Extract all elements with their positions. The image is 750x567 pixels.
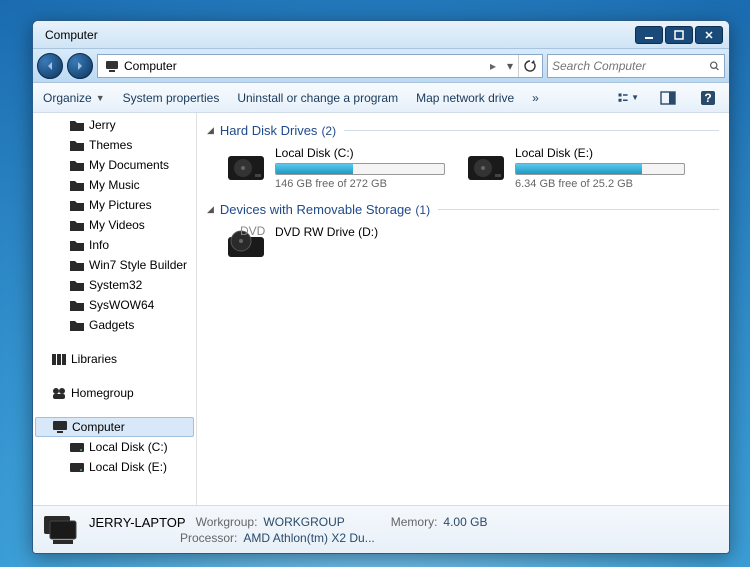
computer-icon	[104, 58, 120, 74]
sidebar-folder-item[interactable]: My Videos	[33, 215, 196, 235]
sidebar-folder-item[interactable]: Win7 Style Builder	[33, 255, 196, 275]
titlebar[interactable]: Computer	[33, 21, 729, 49]
search-input[interactable]	[552, 59, 709, 73]
sidebar: JerryThemesMy DocumentsMy MusicMy Pictur…	[33, 113, 197, 505]
toolbar-overflow[interactable]: »	[532, 91, 539, 105]
computer-icon	[52, 420, 68, 434]
folder-icon	[69, 298, 85, 312]
map-drive-button[interactable]: Map network drive	[416, 91, 514, 105]
sidebar-drive-item[interactable]: Local Disk (C:)	[33, 437, 196, 457]
disk-icon	[69, 440, 85, 454]
sidebar-folder-item[interactable]: My Pictures	[33, 195, 196, 215]
sidebar-folder-item[interactable]: My Music	[33, 175, 196, 195]
sidebar-folder-item[interactable]: SysWOW64	[33, 295, 196, 315]
back-button[interactable]	[37, 53, 63, 79]
body: JerryThemesMy DocumentsMy MusicMy Pictur…	[33, 113, 729, 505]
folder-icon	[69, 198, 85, 212]
computer-name: JERRY-LAPTOP	[89, 515, 186, 530]
drive-item[interactable]: DVD DVD RW Drive (D:)	[225, 225, 445, 267]
libraries-icon	[51, 352, 67, 366]
hard-drive-icon	[465, 146, 507, 188]
search-icon	[709, 59, 720, 73]
disk-icon	[69, 460, 85, 474]
folder-icon	[69, 178, 85, 192]
minimize-button[interactable]	[635, 26, 663, 44]
folder-icon	[69, 238, 85, 252]
svg-text:DVD: DVD	[240, 225, 266, 238]
folder-icon	[69, 158, 85, 172]
uninstall-button[interactable]: Uninstall or change a program	[237, 91, 398, 105]
toolbar: Organize▼ System properties Uninstall or…	[33, 83, 729, 113]
sidebar-computer[interactable]: Computer	[35, 417, 194, 437]
folder-icon	[69, 278, 85, 292]
folder-icon	[69, 258, 85, 272]
svg-text:?: ?	[704, 91, 711, 105]
address-text: Computer	[124, 59, 484, 73]
sidebar-folder-item[interactable]: Jerry	[33, 115, 196, 135]
collapse-caret-icon: ◢	[207, 125, 214, 136]
organize-menu[interactable]: Organize▼	[43, 91, 105, 105]
capacity-bar	[275, 163, 445, 175]
homegroup-icon	[51, 386, 67, 400]
sidebar-drive-item[interactable]: Local Disk (E:)	[33, 457, 196, 477]
folder-icon	[69, 218, 85, 232]
sidebar-folder-item[interactable]: Info	[33, 235, 196, 255]
breadcrumb-separator[interactable]: ▸	[484, 59, 502, 73]
collapse-caret-icon: ◢	[207, 204, 214, 215]
help-button[interactable]: ?	[697, 87, 719, 109]
content-pane: ◢ Hard Disk Drives (2) Local Disk (C:) 14…	[197, 113, 729, 505]
drive-free-text: 146 GB free of 272 GB	[275, 178, 445, 190]
close-button[interactable]	[695, 26, 723, 44]
address-dropdown[interactable]: ▾	[502, 59, 518, 73]
sidebar-homegroup[interactable]: Homegroup	[33, 383, 196, 403]
group-removable-storage[interactable]: ◢ Devices with Removable Storage (1)	[207, 202, 719, 217]
refresh-button[interactable]	[518, 55, 540, 77]
forward-button[interactable]	[67, 53, 93, 79]
window-title: Computer	[39, 28, 633, 42]
hard-drive-icon	[225, 146, 267, 188]
details-pane: JERRY-LAPTOP Workgroup: WORKGROUP Memory…	[33, 505, 729, 553]
drive-item[interactable]: Local Disk (E:) 6.34 GB free of 25.2 GB	[465, 146, 685, 190]
folder-icon	[69, 118, 85, 132]
drive-free-text: 6.34 GB free of 25.2 GB	[515, 178, 685, 190]
capacity-bar	[515, 163, 685, 175]
dvd-drive-icon: DVD	[225, 225, 267, 267]
system-properties-button[interactable]: System properties	[123, 91, 220, 105]
sidebar-libraries[interactable]: Libraries	[33, 349, 196, 369]
folder-icon	[69, 318, 85, 332]
view-options-button[interactable]: ▼	[617, 87, 639, 109]
preview-pane-button[interactable]	[657, 87, 679, 109]
sidebar-folder-item[interactable]: My Documents	[33, 155, 196, 175]
drive-name: DVD RW Drive (D:)	[275, 225, 445, 239]
group-hard-disk-drives[interactable]: ◢ Hard Disk Drives (2)	[207, 123, 719, 138]
sidebar-folder-item[interactable]: System32	[33, 275, 196, 295]
drive-item[interactable]: Local Disk (C:) 146 GB free of 272 GB	[225, 146, 445, 190]
explorer-window: Computer Computer ▸ ▾ Organize▼ System p…	[32, 20, 730, 554]
address-bar[interactable]: Computer ▸ ▾	[97, 54, 543, 78]
folder-icon	[69, 138, 85, 152]
chevron-down-icon: ▼	[96, 93, 105, 103]
search-box[interactable]	[547, 54, 725, 78]
maximize-button[interactable]	[665, 26, 693, 44]
drive-name: Local Disk (E:)	[515, 146, 685, 160]
sidebar-folder-item[interactable]: Gadgets	[33, 315, 196, 335]
sidebar-folder-item[interactable]: Themes	[33, 135, 196, 155]
computer-icon	[41, 511, 79, 549]
navbar: Computer ▸ ▾	[33, 49, 729, 83]
drive-name: Local Disk (C:)	[275, 146, 445, 160]
